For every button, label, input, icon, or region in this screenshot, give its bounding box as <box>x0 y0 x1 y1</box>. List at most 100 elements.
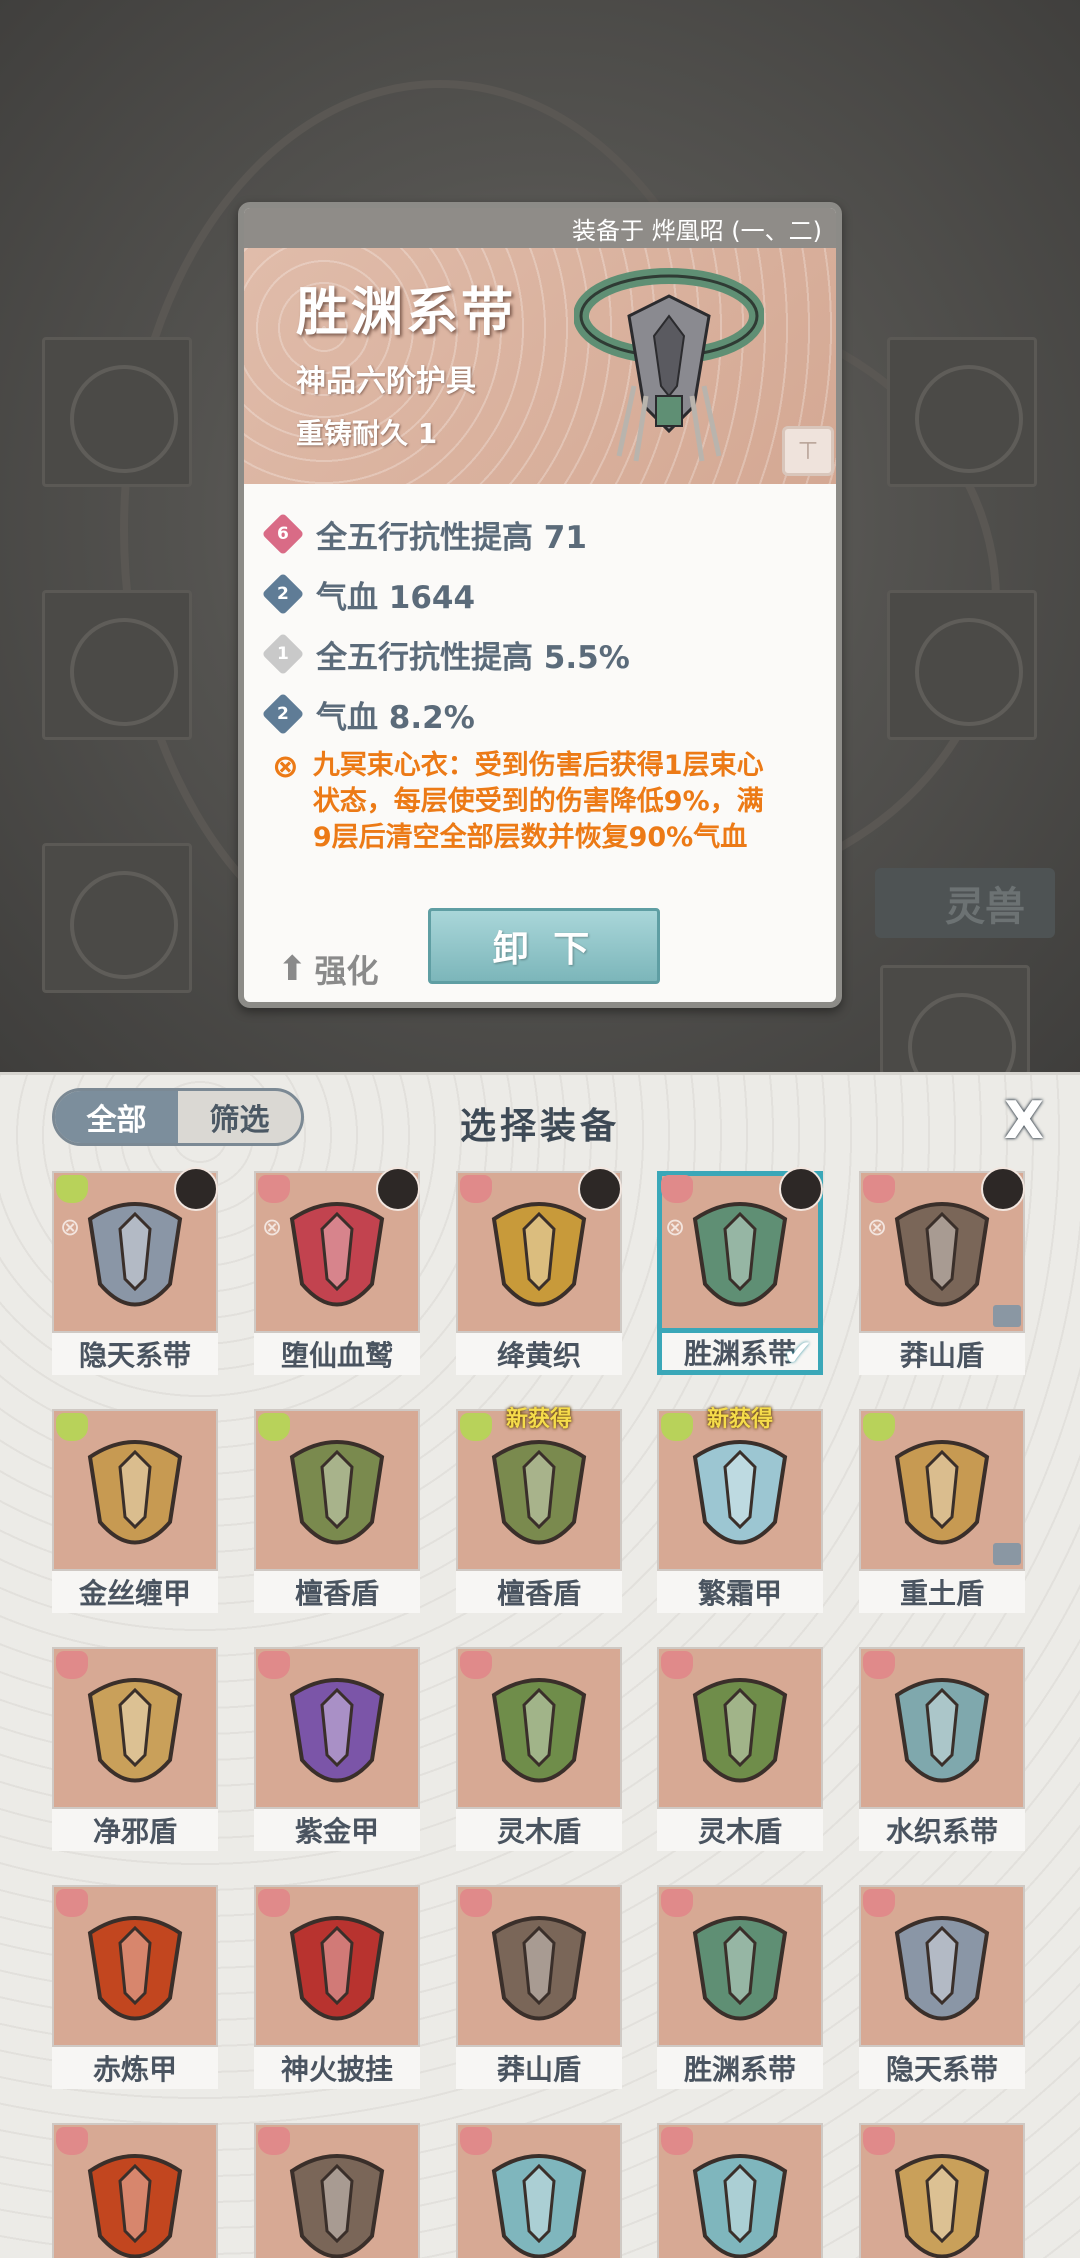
equipment-item[interactable] <box>52 2123 218 2258</box>
item-artwork <box>491 1678 587 1783</box>
item-label: 绛黄织 <box>456 1333 622 1375</box>
equipment-item[interactable]: 重土盾 <box>859 1409 1025 1613</box>
gem-level-icon: 6 <box>261 512 305 556</box>
close-icon[interactable]: X <box>1004 1095 1044 1147</box>
belt-artwork <box>574 268 764 462</box>
equipment-item[interactable]: ⊗ 莽山盾 <box>859 1167 1025 1375</box>
armor-type-icon <box>460 1889 492 1917</box>
equipment-item[interactable]: ⊗ 胜渊系带 ✔ <box>657 1167 823 1375</box>
equipment-item[interactable]: 隐天系带 <box>859 1885 1025 2089</box>
armor-type-icon <box>863 1651 895 1679</box>
avatar <box>578 1167 622 1211</box>
stat-row: 6 全五行抗性提高 71 <box>261 504 816 564</box>
background-slot <box>880 965 1030 1075</box>
armor-type-icon <box>863 2127 895 2155</box>
armor-type-icon <box>460 1175 492 1203</box>
stat-text: 气血 1644 <box>316 579 476 616</box>
equipment-item[interactable]: 紫金甲 <box>254 1647 420 1851</box>
select-equipment-panel: 全部 筛选 选择装备 X ⊗ 隐天系带 ⊗ 堕仙血鹫 绛黄织 ⊗ 胜渊系带 ✔ ⊗ 莽山盾 金丝缠甲… <box>0 1072 1080 2258</box>
stat-row: 1 全五行抗性提高 5.5% <box>261 624 816 684</box>
equipment-item[interactable]: 绛黄织 <box>456 1167 622 1375</box>
gem-level-number: 2 <box>277 704 289 724</box>
item-artwork <box>692 2154 788 2258</box>
item-artwork <box>289 1440 385 1545</box>
item-artwork <box>894 1202 990 1307</box>
item-label: 檀香盾 <box>254 1571 420 1613</box>
item-artwork <box>87 2154 183 2258</box>
equipment-item[interactable]: 水织系带 <box>859 1647 1025 1851</box>
equipment-item[interactable]: 净邪盾 <box>52 1647 218 1851</box>
spirit-beast-button: 灵兽 <box>875 868 1055 938</box>
item-name: 胜渊系带 <box>296 283 517 343</box>
equipment-item[interactable]: 灵木盾 <box>456 1647 622 1851</box>
item-label: 隐天系带 <box>859 2047 1025 2089</box>
equipment-item[interactable] <box>254 2123 420 2258</box>
item-label: 神火披挂 <box>254 2047 420 2089</box>
equipment-item[interactable]: 莽山盾 <box>456 1885 622 2089</box>
equipment-item[interactable]: 金丝缠甲 <box>52 1409 218 1613</box>
equipment-item[interactable]: ⊗ 隐天系带 <box>52 1167 218 1375</box>
bonded-icon: ⊗ <box>867 1213 888 1241</box>
strengthen-label: 强化 <box>314 952 379 990</box>
item-artwork <box>894 1678 990 1783</box>
equipment-item[interactable] <box>456 2123 622 2258</box>
strengthen-button[interactable]: ⬆ 强化 <box>278 946 379 992</box>
background-slot <box>42 337 192 487</box>
new-badge: 新获得 <box>505 1407 572 1432</box>
armor-type-icon <box>258 2127 290 2155</box>
armor-type-icon <box>460 2127 492 2155</box>
bonded-icon: ⊗ <box>60 1213 81 1241</box>
check-icon: ✔ <box>782 1333 813 1374</box>
effect-line: 9层后清空全部层数并恢复90%气血 <box>312 822 748 853</box>
item-grade: 神品六阶护具 <box>296 364 476 399</box>
avatar <box>174 1167 218 1211</box>
armor-type-icon <box>863 1413 895 1441</box>
armor-type-icon <box>661 1651 693 1679</box>
equipment-item[interactable] <box>859 2123 1025 2258</box>
gem-level-icon: 2 <box>261 572 305 616</box>
lock-icon[interactable]: ⊤ <box>782 426 834 476</box>
equipment-item[interactable]: 新获得 檀香盾 <box>456 1407 622 1613</box>
armor-type-icon <box>56 1651 88 1679</box>
background-slot <box>42 843 192 993</box>
item-label: 莽山盾 <box>859 1333 1025 1375</box>
armor-type-icon <box>661 2127 693 2155</box>
up-arrow-icon: ⬆ <box>278 949 307 989</box>
stat-text: 全五行抗性提高 71 <box>316 519 587 556</box>
item-label: 繁霜甲 <box>657 1571 823 1613</box>
new-badge: 新获得 <box>706 1407 773 1432</box>
item-artwork <box>87 1440 183 1545</box>
armor-type-icon <box>863 1175 895 1203</box>
armor-type-icon <box>56 1413 88 1441</box>
equipment-item[interactable]: 新获得 繁霜甲 <box>657 1407 823 1613</box>
background-slot <box>887 337 1037 487</box>
avatar <box>981 1167 1025 1211</box>
item-durability: 重铸耐久 1 <box>296 417 438 450</box>
item-label: 胜渊系带 <box>657 2047 823 2089</box>
equipped-to-label: 装备于 烨凰昭 (一、二) <box>244 208 836 248</box>
item-artwork <box>894 1440 990 1545</box>
equipment-item[interactable]: 灵木盾 <box>657 1647 823 1851</box>
armor-type-icon <box>258 1651 290 1679</box>
item-artwork <box>491 1202 587 1307</box>
spirit-beast-label: 灵兽 <box>945 884 1025 930</box>
item-label: 重土盾 <box>859 1571 1025 1613</box>
equipment-item[interactable]: 神火披挂 <box>254 1885 420 2089</box>
avatar <box>376 1167 420 1211</box>
equipment-item[interactable] <box>657 2123 823 2258</box>
equipment-item[interactable]: ⊗ 堕仙血鹫 <box>254 1167 420 1375</box>
gem-level-icon: 2 <box>261 692 305 736</box>
bonded-icon: ⊗ <box>262 1213 283 1241</box>
item-label: 净邪盾 <box>52 1809 218 1851</box>
unequip-button[interactable]: 卸 下 <box>428 908 660 984</box>
equipment-item[interactable]: 赤炼甲 <box>52 1885 218 2089</box>
lock-icon <box>993 1543 1021 1565</box>
item-artwork <box>894 2154 990 2258</box>
item-label: 檀香盾 <box>456 1571 622 1613</box>
background-slot <box>887 590 1037 740</box>
item-artwork <box>491 2154 587 2258</box>
armor-type-icon <box>56 2127 88 2155</box>
equipment-item[interactable]: 胜渊系带 <box>657 1885 823 2089</box>
equipment-item[interactable]: 檀香盾 <box>254 1409 420 1613</box>
item-label: 紫金甲 <box>254 1809 420 1851</box>
